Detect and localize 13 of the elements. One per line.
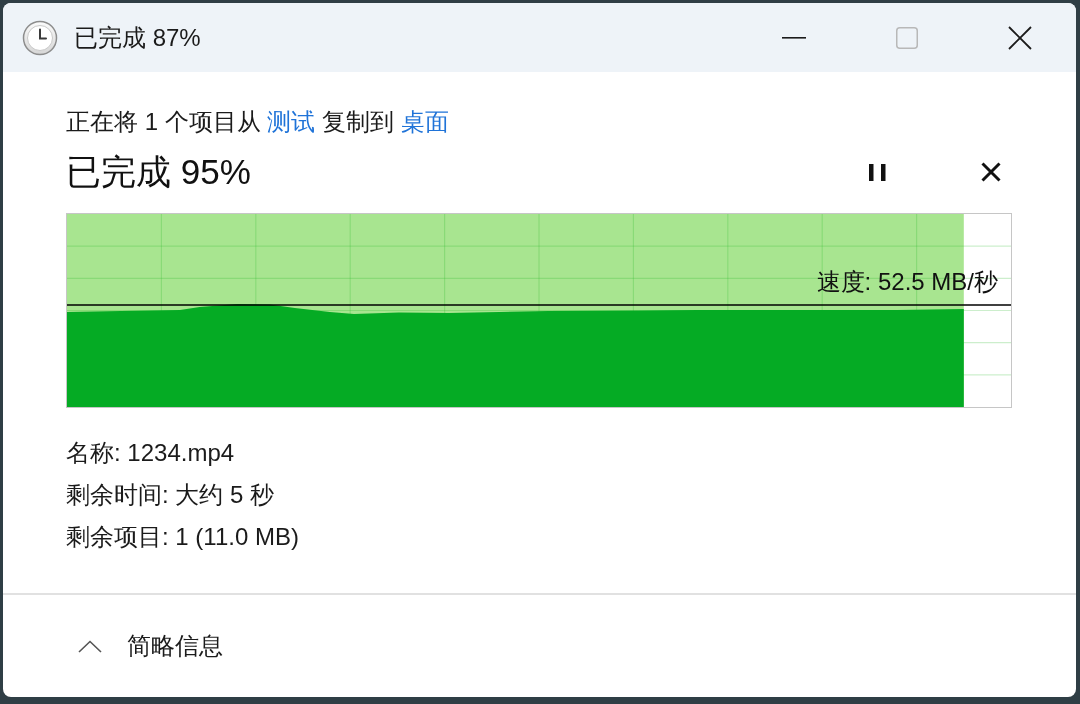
copy-status-text: 正在将 1 个项目从 测试 复制到 桌面 [66, 107, 449, 137]
pause-icon [868, 163, 886, 181]
speed-label: 速度: 52.5 MB/秒 [816, 267, 998, 297]
detail-text: 剩余时间: 大约 5 秒 [66, 480, 275, 510]
detail-text: 剩余项目: 1 (11.0 MB) [66, 522, 299, 552]
close-icon [981, 162, 1001, 182]
clock-icon [22, 19, 58, 56]
progress-heading: 已完成 95% [66, 151, 251, 193]
folder-link[interactable]: 桌面 [400, 108, 449, 135]
window-title: 已完成 87% [74, 22, 201, 53]
folder-link[interactable]: 测试 [267, 108, 316, 135]
detail-text: 名称: 1234.mp4 [66, 438, 235, 468]
details-toggle[interactable]: 简略信息 [78, 630, 223, 662]
